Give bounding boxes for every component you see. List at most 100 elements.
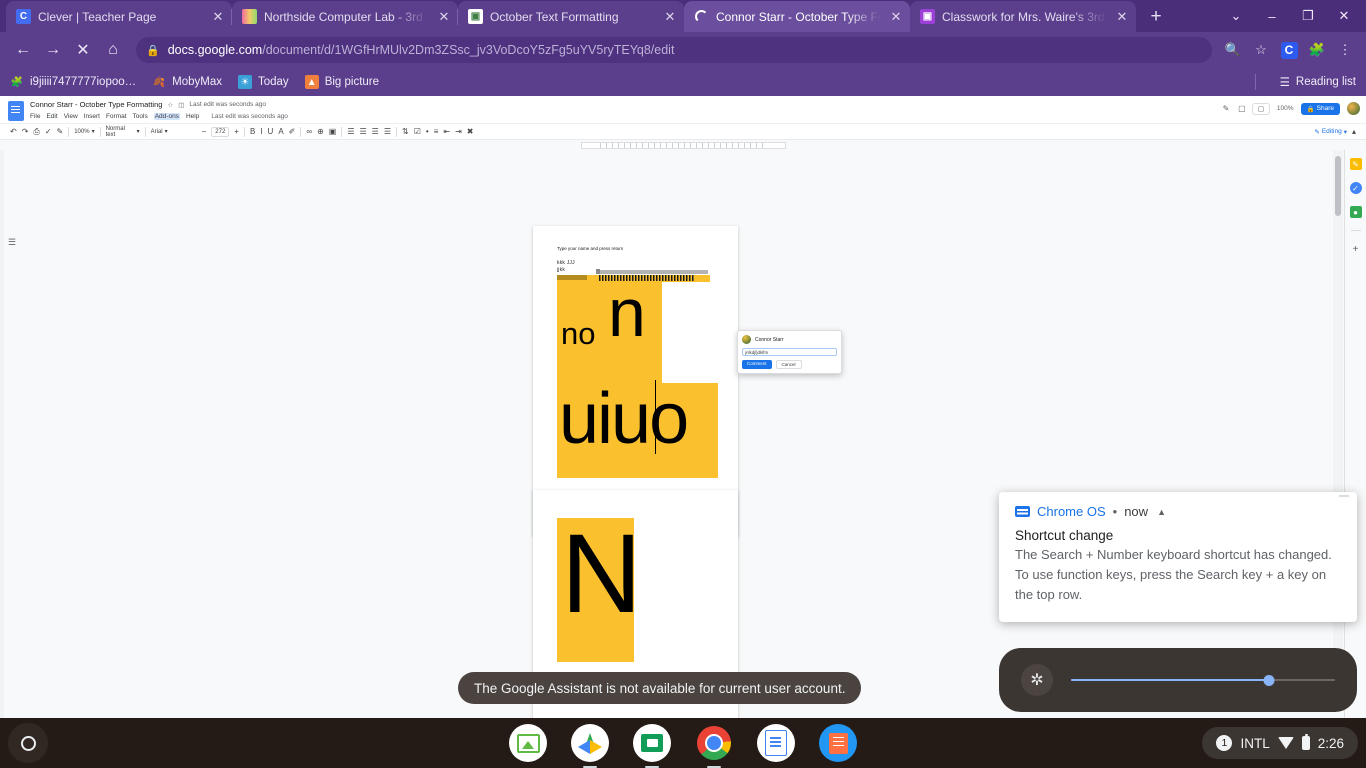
redo-icon[interactable]: ↷	[22, 127, 29, 136]
home-icon[interactable]: ⌂	[98, 35, 128, 65]
notification-count-badge[interactable]: 1	[1216, 735, 1233, 751]
reading-list-button[interactable]: ☰ Reading list	[1280, 75, 1356, 89]
highlight-color-icon[interactable]: ✐	[289, 127, 296, 136]
chevron-up-icon[interactable]: ▲	[1157, 507, 1166, 517]
system-tray[interactable]: 1 INTL 2:26	[1202, 727, 1358, 759]
text-color-icon[interactable]: A	[278, 127, 283, 136]
maximize-button[interactable]: ❐	[1290, 1, 1326, 31]
star-icon[interactable]: ☆	[167, 101, 173, 109]
back-icon[interactable]: ←	[8, 35, 38, 65]
folder-move-icon[interactable]: ◫	[178, 101, 184, 109]
font-selector[interactable]: Arial ▾	[151, 128, 197, 136]
clock-label[interactable]: 2:26	[1318, 736, 1344, 751]
gallery-app-icon[interactable]	[509, 724, 547, 762]
extension-clever-icon[interactable]: C	[1276, 37, 1302, 63]
font-size-decrease-icon[interactable]: −	[202, 127, 207, 136]
docs-ruler[interactable]	[0, 140, 1366, 150]
underline-icon[interactable]: U	[268, 127, 274, 136]
spellcheck-icon[interactable]: ✓	[45, 127, 52, 136]
comment-input[interactable]: jnlkdjfjdklfm	[742, 348, 837, 356]
bulleted-list-icon[interactable]: •	[426, 127, 429, 136]
font-size-increase-icon[interactable]: +	[234, 127, 239, 136]
forward-icon[interactable]: →	[38, 35, 68, 65]
menu-format[interactable]: Format	[106, 113, 127, 120]
bookmark-item[interactable]: 🧩 i9jiiii7477777iopoo…	[10, 75, 136, 89]
puzzle-icon[interactable]: 🧩	[1304, 37, 1330, 63]
clear-formatting-icon[interactable]: ✖	[467, 127, 474, 136]
meet-button[interactable]: ▢	[1251, 102, 1270, 115]
line-spacing-icon[interactable]: ⇅	[402, 127, 409, 136]
hide-menus-icon[interactable]: ▴	[1352, 127, 1356, 136]
ruler-track[interactable]	[580, 141, 786, 149]
tab-search-icon[interactable]: ⌄	[1218, 1, 1254, 31]
paint-format-icon[interactable]: ✎	[57, 127, 64, 136]
google-classroom-app-icon[interactable]	[633, 724, 671, 768]
document-canvas[interactable]: ☰ Type your name and press return kkk JJ…	[0, 150, 1366, 718]
document-outline-toggle[interactable]: ☰	[8, 238, 17, 247]
menu-file[interactable]: File	[30, 113, 40, 120]
tasks-icon[interactable]: ✓	[1349, 182, 1362, 194]
menu-view[interactable]: View	[64, 113, 78, 120]
align-justify-icon[interactable]: ☰	[384, 127, 391, 136]
tab-close-icon[interactable]: ✕	[1114, 9, 1130, 25]
google-drive-app-icon[interactable]	[571, 724, 609, 768]
numbered-list-icon[interactable]: ≡	[434, 127, 439, 136]
wifi-icon[interactable]	[1277, 737, 1294, 749]
menu-insert[interactable]: Insert	[84, 113, 100, 120]
browser-tab[interactable]: ▣ October Text Formatting ✕	[457, 1, 684, 32]
bold-icon[interactable]: B	[250, 127, 255, 136]
stop-loading-icon[interactable]: ✕	[68, 35, 98, 65]
align-center-icon[interactable]: ☰	[360, 127, 367, 136]
align-left-icon[interactable]: ☰	[347, 127, 354, 136]
font-size-input[interactable]: 272	[211, 126, 230, 137]
italic-icon[interactable]: I	[260, 127, 262, 136]
battery-icon[interactable]	[1301, 734, 1310, 750]
chrome-app-icon[interactable]	[695, 724, 733, 768]
slider-knob[interactable]	[1263, 674, 1275, 686]
print-icon[interactable]: ⎙	[33, 127, 39, 137]
maps-icon[interactable]: ●	[1349, 206, 1362, 218]
close-window-button[interactable]: ✕	[1326, 1, 1362, 31]
browser-tab[interactable]: C Clever | Teacher Page ✕	[6, 1, 232, 32]
browser-tab[interactable]: Northside Computer Lab - 3rd ✕	[231, 1, 458, 32]
chromeos-notification[interactable]: Chrome OS • now ▲ Shortcut change The Se…	[999, 492, 1357, 622]
insert-image-icon[interactable]: ▣	[329, 127, 337, 136]
tab-close-icon[interactable]: ✕	[662, 9, 678, 25]
checklist-icon[interactable]: ☑	[414, 127, 421, 136]
google-docs-app-icon[interactable]	[757, 724, 795, 762]
menu-addons[interactable]: Add-ons	[153, 113, 180, 120]
input-method-label[interactable]: INTL	[1240, 736, 1269, 751]
menu-help[interactable]: Help	[186, 113, 199, 120]
tab-close-icon[interactable]: ✕	[888, 9, 904, 25]
new-tab-button[interactable]: +	[1142, 2, 1170, 30]
decrease-indent-icon[interactable]: ⇤	[443, 127, 450, 136]
comment-submit-button[interactable]: Comment	[742, 360, 772, 369]
add-comment-icon[interactable]: ⊕	[317, 127, 324, 136]
insert-link-icon[interactable]: ∞	[306, 127, 312, 136]
bookmark-item[interactable]: ☀ Today	[238, 75, 289, 89]
zoom-selector[interactable]: 100% ▾	[74, 128, 94, 136]
comment-history-icon[interactable]: ✎	[1220, 104, 1232, 113]
brightness-icon[interactable]: ✲	[1021, 664, 1053, 696]
align-right-icon[interactable]: ☰	[372, 127, 379, 136]
increase-indent-icon[interactable]: ⇥	[455, 127, 462, 136]
address-bar[interactable]: 🔒 docs.google.com/document/d/1WGfHrMUlv2…	[136, 37, 1212, 63]
menu-edit[interactable]: Edit	[46, 113, 57, 120]
comment-cancel-button[interactable]: Cancel	[775, 360, 802, 369]
tab-close-icon[interactable]: ✕	[436, 9, 452, 25]
comment-popup[interactable]: Connor Starr jnlkdjfjdklfm Comment Cance…	[737, 330, 842, 374]
notes-app-icon[interactable]	[819, 724, 857, 762]
minimize-button[interactable]: –	[1254, 1, 1290, 31]
paragraph-style-selector[interactable]: Normal text ▾	[106, 126, 140, 138]
editing-mode-selector[interactable]: ✎ Editing ▾	[1314, 128, 1347, 136]
browser-tab[interactable]: ▣ Classwork for Mrs. Waire's 3rd ✕	[910, 1, 1136, 32]
undo-icon[interactable]: ↶	[10, 127, 17, 136]
keep-icon[interactable]: ✎	[1349, 158, 1362, 170]
avatar[interactable]	[1347, 102, 1360, 115]
browser-tab-active[interactable]: Connor Starr - October Type Fo ✕	[684, 1, 910, 32]
comments-icon[interactable]: ▢	[1236, 104, 1248, 113]
bookmark-item[interactable]: ▲ Big picture	[304, 75, 379, 89]
star-icon[interactable]: ☆	[1248, 37, 1274, 63]
scrollbar-thumb[interactable]	[1335, 156, 1341, 216]
brightness-slider-panel[interactable]: ✲	[999, 648, 1357, 712]
